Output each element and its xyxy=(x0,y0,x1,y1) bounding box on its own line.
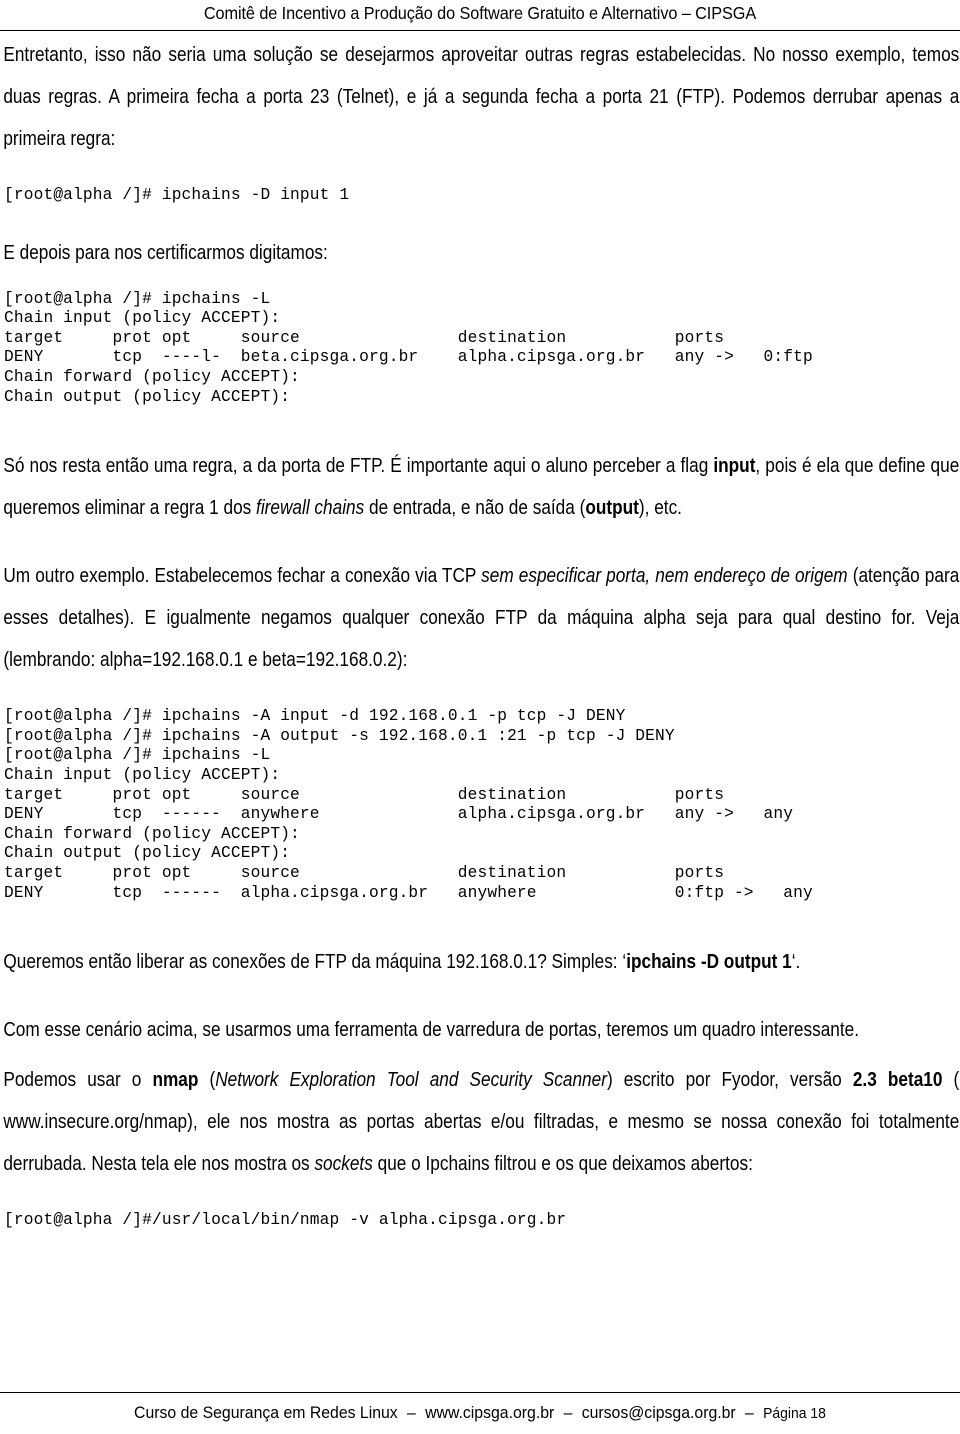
italic-sem-especificar: sem especificar porta, nem endereço de o… xyxy=(481,564,848,588)
footer-divider xyxy=(0,1392,960,1393)
footer-page-number: Página 18 xyxy=(763,1405,826,1422)
italic-firewall-chains: firewall chains xyxy=(256,496,365,520)
footer-separator: – xyxy=(563,1403,573,1422)
text-run: Podemos usar o xyxy=(3,1068,153,1092)
paragraph-release-ftp: Queremos então liberar as conexões de FT… xyxy=(0,941,960,983)
paragraph-another-example: Um outro exemplo. Estabelecemos fechar a… xyxy=(0,555,960,681)
code-block-nmap: [root@alpha /]#/usr/local/bin/nmap -v al… xyxy=(4,1211,567,1230)
text-run: Só nos resta então uma regra, a da porta… xyxy=(3,454,714,478)
paragraph-verify: E depois para nos certificarmos digitamo… xyxy=(3,240,328,264)
footer-website: www.cipsga.org.br xyxy=(425,1403,555,1422)
code-block-delete-rule: [root@alpha /]# ipchains -D input 1 xyxy=(4,186,350,204)
bold-ipchains-command: ipchains -D output 1 xyxy=(626,950,792,974)
paragraph-nmap: Podemos usar o nmap (Network Exploration… xyxy=(0,1059,960,1185)
text-run: ‘. xyxy=(791,950,801,974)
page-header: Comitê de Incentivo a Produção do Softwa… xyxy=(0,0,960,34)
bold-version: 2.3 beta10 xyxy=(852,1068,943,1092)
page-footer: Curso de Segurança em Redes Linux – www.ci… xyxy=(0,1392,960,1434)
bold-input: input xyxy=(713,454,756,478)
document-page: Comitê de Incentivo a Produção do Softwa… xyxy=(0,0,960,1434)
footer-text: Curso de Segurança em Redes Linux – www.ci… xyxy=(34,1400,927,1427)
footer-course-name: Curso de Segurança em Redes Linux xyxy=(134,1403,398,1422)
text-run: de entrada, e não de saída ( xyxy=(364,496,586,520)
code-block-list-chains-2: [root@alpha /]# ipchains -A input -d 192… xyxy=(4,707,813,902)
code-block-list-chains-1: [root@alpha /]# ipchains -L Chain input … xyxy=(4,289,813,406)
header-title: Comitê de Incentivo a Produção do Softwa… xyxy=(203,3,757,23)
italic-nmap-fullname: Network Exploration Tool and Security Sc… xyxy=(215,1068,607,1092)
text-run: ( xyxy=(198,1068,216,1092)
footer-separator: – xyxy=(407,1403,416,1422)
text-run: Um outro exemplo. Estabelecemos fechar a… xyxy=(3,564,482,588)
paragraph-flag-input: Só nos resta então uma regra, a da porta… xyxy=(0,445,960,529)
header-divider xyxy=(0,30,960,31)
italic-sockets: sockets xyxy=(314,1152,373,1176)
page-content: Entretanto, isso não seria uma solução s… xyxy=(0,34,960,1231)
text-run: Queremos então liberar as conexões de FT… xyxy=(3,950,627,974)
paragraph-intro: Entretanto, isso não seria uma solução s… xyxy=(3,43,960,150)
footer-email: cursos@cipsga.org.br xyxy=(581,1403,736,1422)
text-run: ), etc. xyxy=(638,496,682,520)
bold-nmap: nmap xyxy=(152,1068,199,1092)
bold-output: output xyxy=(585,496,639,520)
footer-separator: – xyxy=(745,1403,754,1422)
text-run: ) escrito por Fyodor, versão xyxy=(606,1068,853,1092)
text-run: que o Ipchains filtrou e os que deixamos… xyxy=(372,1152,753,1176)
paragraph-port-scan: Com esse cenário acima, se usarmos uma f… xyxy=(3,1018,860,1042)
